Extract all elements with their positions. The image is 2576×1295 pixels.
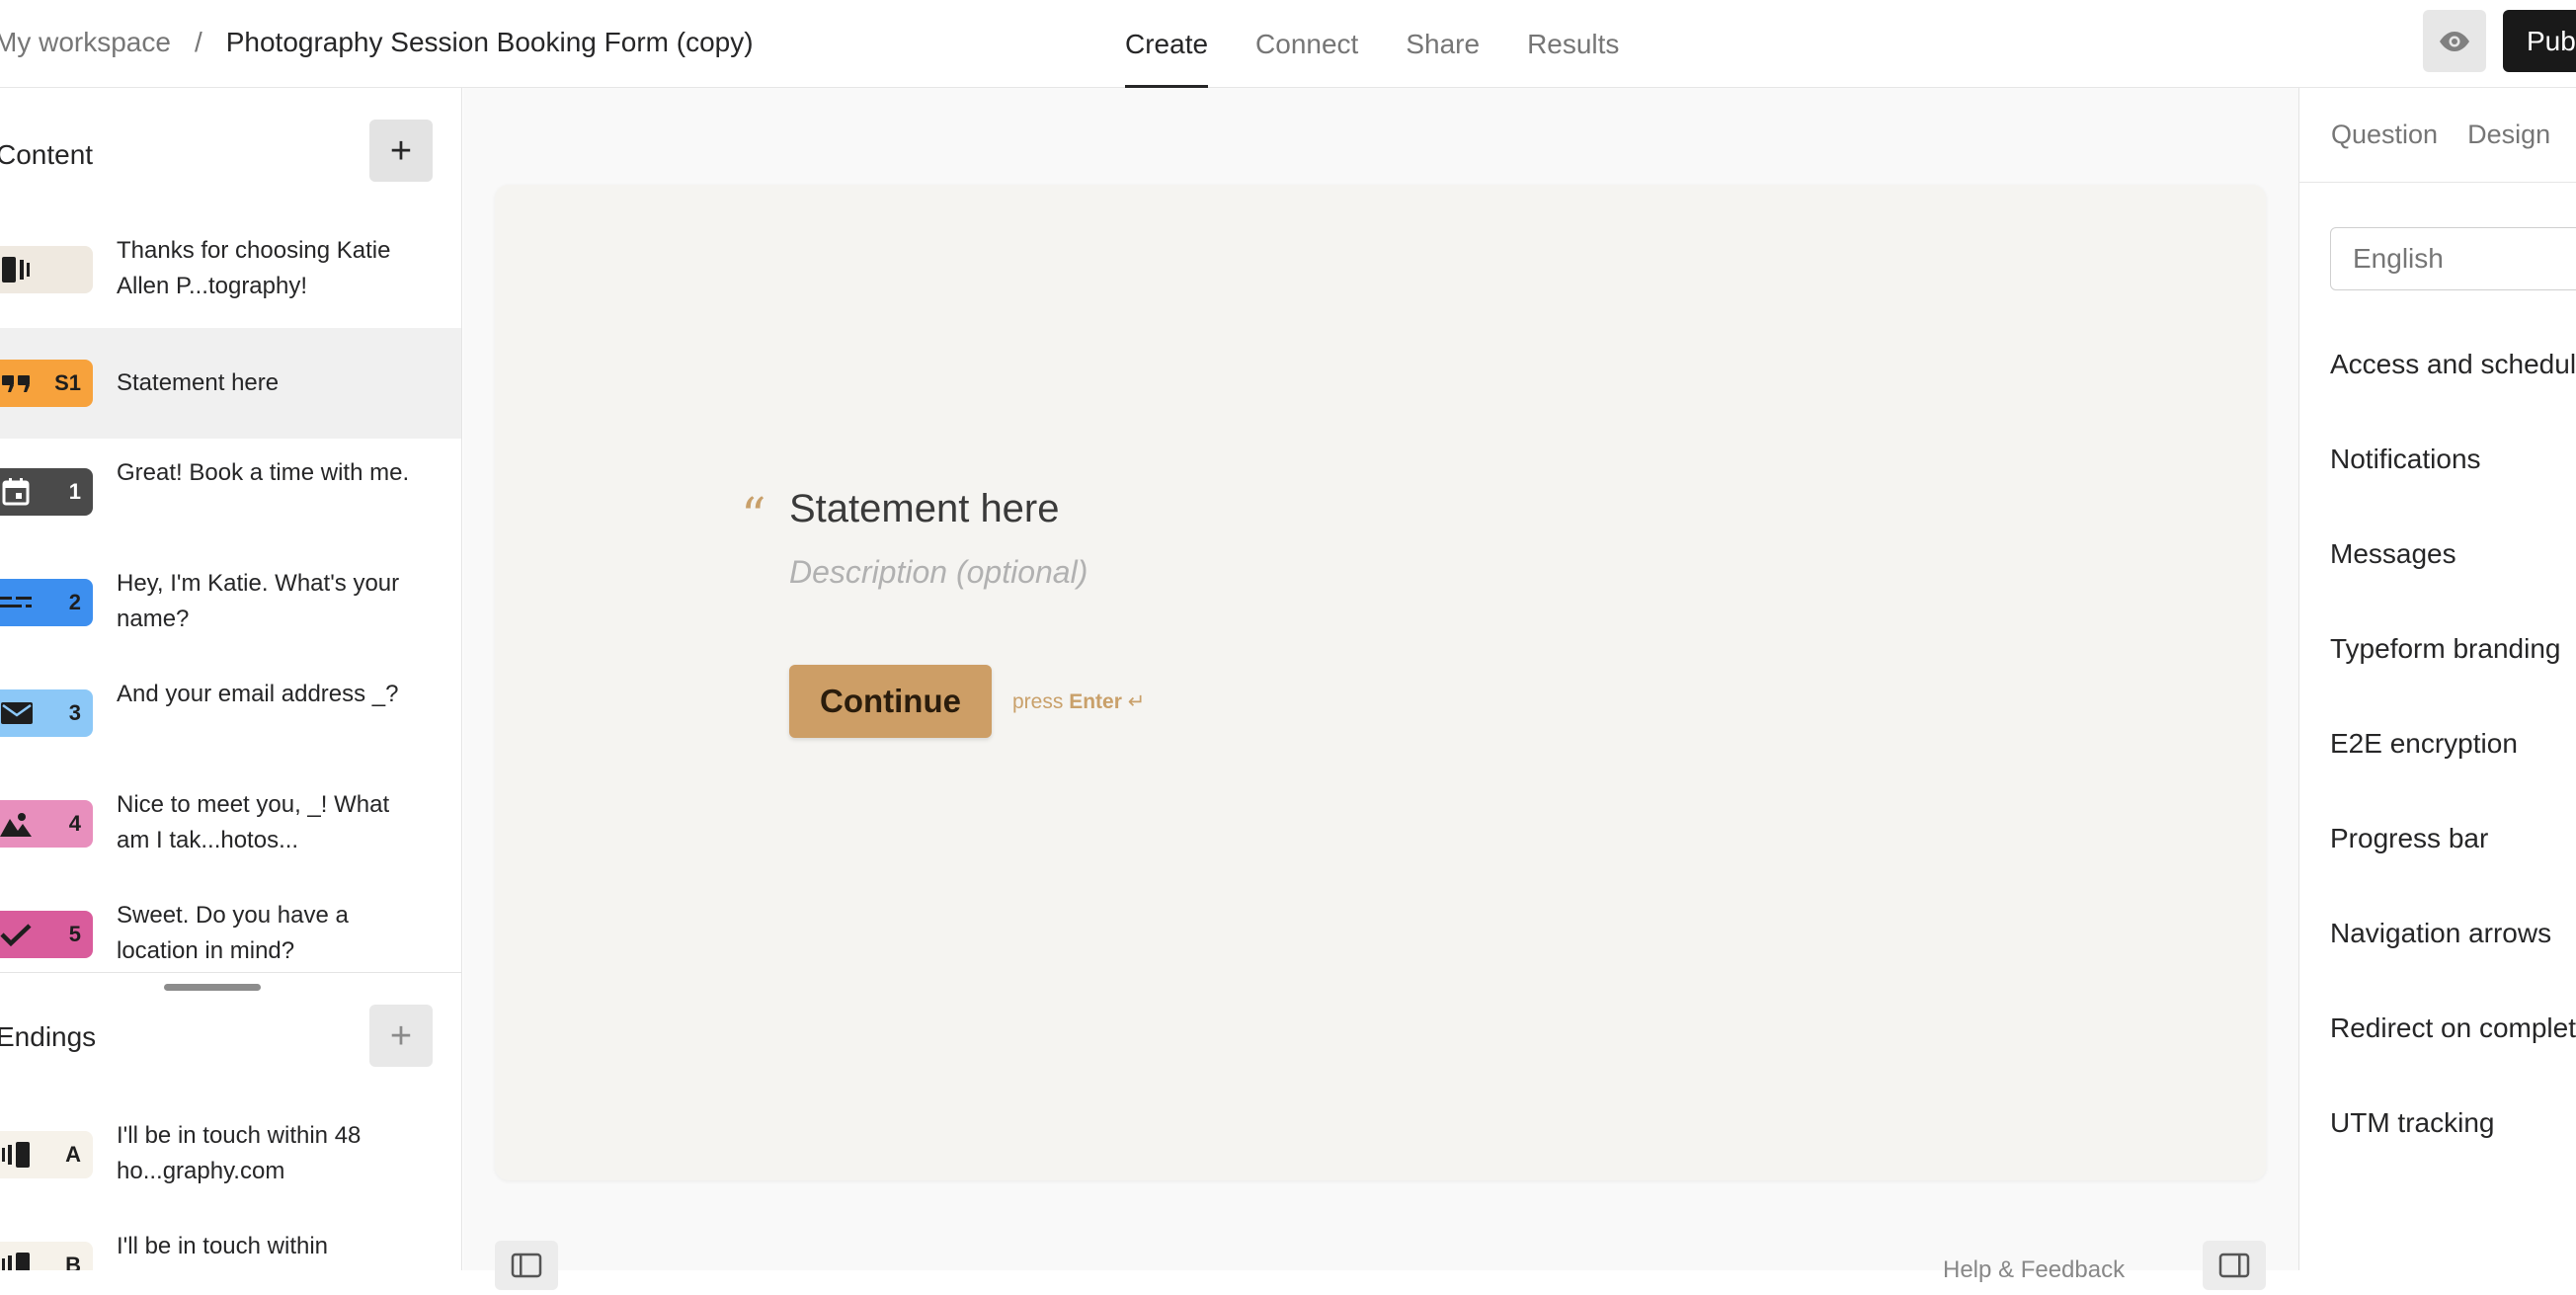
sidebar-toggle-icon <box>2218 1253 2250 1278</box>
ending-text: I'll be in touch within 48 ho...graphy.c… <box>117 1122 362 1184</box>
question-number: 4 <box>68 811 81 836</box>
add-content-button[interactable]: + <box>369 120 433 182</box>
top-bar: My workspace / Photography Session Booki… <box>0 0 2576 88</box>
toggle-left-panel-button[interactable] <box>495 1241 558 1290</box>
setting-typeform-branding[interactable]: Typeform branding <box>2330 633 2560 665</box>
eye-icon <box>2440 31 2469 51</box>
breadcrumb-workspace-link[interactable]: My workspace <box>0 27 171 58</box>
left-sidebar: Content + Thanks for choosing Katie Alle… <box>0 88 462 1270</box>
ending-screen-icon <box>2 1253 30 1270</box>
list-item[interactable]: 3 And your email address _? <box>0 658 461 769</box>
question-text: Great! Book a time with me. <box>117 459 410 486</box>
help-feedback-link[interactable]: Help & Feedback <box>1943 1256 2125 1284</box>
question-text: Sweet. Do you have a location in mind? <box>117 902 349 964</box>
enter-key-icon: ↵ <box>1121 690 1146 713</box>
list-item[interactable]: A I'll be in touch within 48 ho...graphy… <box>0 1099 461 1210</box>
question-badge: A <box>0 1131 93 1178</box>
question-number: 1 <box>68 479 81 504</box>
ending-screen-icon <box>2 1142 30 1168</box>
ending-letter: B <box>65 1253 81 1270</box>
breadcrumb-separator: / <box>194 27 202 57</box>
form-preview-card[interactable]: “ Statement here Description (optional) … <box>495 185 2266 1180</box>
quote-icon <box>2 375 30 392</box>
content-section-title: Content <box>0 139 94 170</box>
statement-description[interactable]: Description (optional) <box>789 554 1087 591</box>
calendar-icon <box>2 478 30 506</box>
question-badge: 4 <box>0 800 93 848</box>
tab-share[interactable]: Share <box>1406 0 1480 88</box>
section-divider <box>0 972 461 973</box>
ending-letter: A <box>65 1142 81 1167</box>
list-item[interactable]: 2 Hey, I'm Katie. What's your name? <box>0 547 461 658</box>
tab-question[interactable]: Question <box>2331 120 2438 150</box>
setting-navigation-arrows[interactable]: Navigation arrows <box>2330 918 2551 949</box>
tab-design[interactable]: Design <box>2467 120 2550 150</box>
continue-button[interactable]: Continue <box>789 665 992 738</box>
setting-notifications[interactable]: Notifications <box>2330 444 2481 475</box>
list-item[interactable]: 4 Nice to meet you, _! What am I tak...h… <box>0 769 461 879</box>
question-number: 2 <box>68 590 81 614</box>
list-item[interactable]: 5 Sweet. Do you have a location in mind? <box>0 879 461 990</box>
tab-connect[interactable]: Connect <box>1255 0 1358 88</box>
question-badge <box>0 246 93 293</box>
checkmark-icon <box>0 924 32 946</box>
setting-access-scheduling[interactable]: Access and scheduling <box>2330 349 2576 380</box>
list-item[interactable]: 1 Great! Book a time with me. <box>0 437 461 547</box>
question-number: 3 <box>68 700 81 725</box>
press-prefix: press <box>1012 690 1070 713</box>
setting-e2e-encryption[interactable]: E2E encryption <box>2330 728 2518 760</box>
preview-button[interactable] <box>2423 10 2486 72</box>
add-ending-button[interactable]: + <box>369 1005 433 1067</box>
question-text: Nice to meet you, _! What am I tak...hot… <box>117 791 390 853</box>
tab-results[interactable]: Results <box>1527 0 1619 88</box>
welcome-screen-icon <box>2 257 30 283</box>
list-item[interactable]: S1 Statement here <box>0 328 461 439</box>
setting-utm-tracking[interactable]: UTM tracking <box>2330 1107 2494 1139</box>
ending-text: I'll be in touch within <box>117 1233 329 1259</box>
question-text: And your email address _? <box>117 681 399 707</box>
form-canvas: “ Statement here Description (optional) … <box>463 88 2298 1290</box>
language-select[interactable]: English <box>2330 227 2576 290</box>
tab-create[interactable]: Create <box>1125 0 1209 88</box>
question-badge: 3 <box>0 689 93 737</box>
question-badge: S1 <box>0 360 93 407</box>
statement-title[interactable]: Statement here <box>789 487 1060 531</box>
question-badge: 2 <box>0 579 93 626</box>
press-enter-hint: press Enter ↵ <box>1012 689 1145 714</box>
settings-tabs: Question Design <box>2299 88 2576 183</box>
question-number: S1 <box>54 370 81 395</box>
press-key: Enter <box>1069 690 1122 713</box>
list-item[interactable]: Thanks for choosing Katie Allen P...togr… <box>0 214 461 325</box>
setting-messages[interactable]: Messages <box>2330 538 2456 570</box>
question-number: 5 <box>68 922 81 946</box>
toggle-right-panel-button[interactable] <box>2203 1241 2266 1290</box>
endings-section-header: Endings + <box>0 1005 461 1084</box>
setting-progress-bar[interactable]: Progress bar <box>2330 823 2488 854</box>
short-text-icon <box>0 597 32 607</box>
picture-choice-icon <box>0 813 32 837</box>
question-text: Hey, I'm Katie. What's your name? <box>117 570 400 632</box>
setting-redirect-on-completion[interactable]: Redirect on completion <box>2330 1012 2576 1044</box>
endings-section-title: Endings <box>0 1021 97 1052</box>
question-badge: B <box>0 1242 93 1270</box>
content-section-header: Content + <box>0 120 461 199</box>
form-name[interactable]: Photography Session Booking Form (copy) <box>226 27 754 58</box>
publish-button[interactable]: Publish <box>2503 10 2576 72</box>
breadcrumb: My workspace / Photography Session Booki… <box>0 0 754 85</box>
right-settings-panel: Question Design English Access and sched… <box>2298 88 2576 1270</box>
list-item[interactable]: B I'll be in touch within <box>0 1210 461 1270</box>
question-badge: 5 <box>0 911 93 958</box>
quote-mark-icon: “ <box>741 487 766 544</box>
resize-handle[interactable] <box>164 984 261 991</box>
question-badge: 1 <box>0 468 93 516</box>
sidebar-toggle-icon <box>511 1253 542 1278</box>
main-nav-tabs: Create Connect Share Results <box>1125 0 1666 88</box>
email-icon <box>1 702 33 724</box>
question-text: Statement here <box>117 369 280 396</box>
question-text: Thanks for choosing Katie Allen P...togr… <box>117 237 391 299</box>
